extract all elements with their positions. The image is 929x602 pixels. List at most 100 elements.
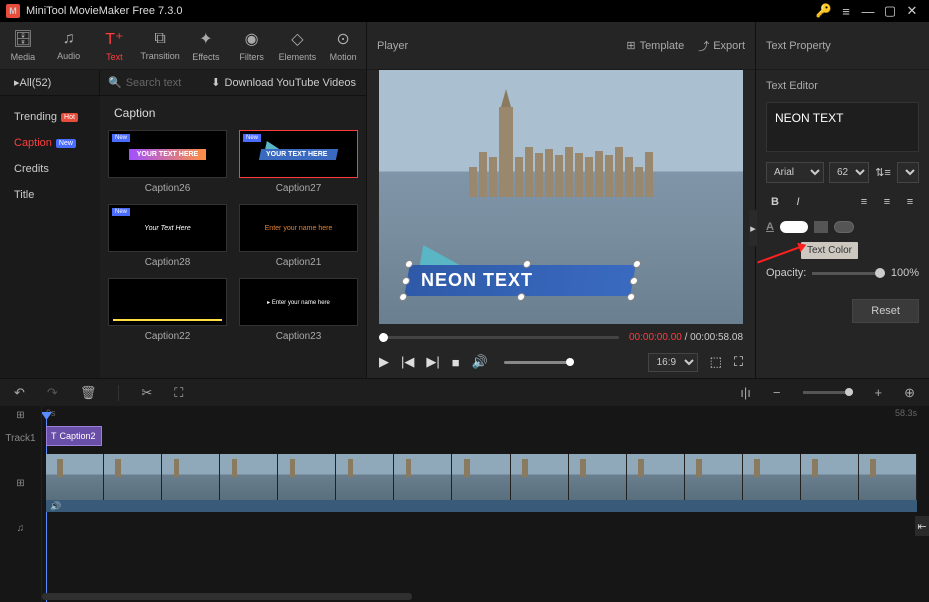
highlight-color-swatch[interactable]: [834, 221, 854, 233]
app-logo: M: [6, 4, 20, 18]
maximize-button[interactable]: ▢: [879, 3, 901, 19]
toolbar-motion[interactable]: ⊙Motion: [320, 22, 366, 69]
bold-button[interactable]: B: [766, 193, 784, 211]
player-title: Player: [377, 40, 408, 52]
crop-button[interactable]: ⛶: [174, 385, 183, 401]
download-icon: ⬇: [211, 76, 220, 89]
opacity-label: Opacity:: [766, 267, 806, 279]
search-icon: 🔍: [108, 76, 122, 89]
sidebar-item-trending[interactable]: TrendingHot: [0, 104, 100, 130]
toolbar-transition[interactable]: ⧉Transition: [137, 22, 183, 69]
volume-slider[interactable]: [504, 361, 574, 364]
delete-button[interactable]: 🗑: [80, 385, 97, 401]
download-youtube-button[interactable]: ⬇Download YouTube Videos: [201, 76, 366, 89]
category-sidebar: TrendingHot CaptionNew Credits Title: [0, 96, 100, 378]
font-family-select[interactable]: Arial: [766, 162, 824, 183]
sidebar-item-caption[interactable]: CaptionNew: [0, 130, 100, 156]
undo-button[interactable]: ↶: [14, 385, 25, 401]
caption-thumb[interactable]: Caption22: [108, 278, 227, 342]
music-track[interactable]: [42, 514, 929, 542]
audio-track-icon[interactable]: ı|ı: [740, 385, 751, 400]
video-preview[interactable]: NEON TEXT: [379, 70, 743, 324]
music-icon: ♫: [63, 30, 75, 48]
close-button[interactable]: ✕: [901, 3, 923, 19]
zoom-slider[interactable]: [803, 391, 853, 394]
elements-icon: ◇: [291, 29, 303, 49]
volume-icon[interactable]: 🔊: [472, 354, 488, 370]
panel-collapse-toggle[interactable]: ▸: [749, 210, 757, 246]
title-bar: M MiniTool MovieMaker Free 7.3.0 🔑 ≡ — ▢…: [0, 0, 929, 22]
next-frame-button[interactable]: ▶|: [426, 354, 439, 370]
zoom-out-button[interactable]: −: [773, 385, 781, 400]
add-track-button[interactable]: ⊞: [0, 406, 41, 424]
fullscreen-button[interactable]: ⛶: [734, 354, 743, 370]
cut-button[interactable]: ✂: [141, 385, 152, 401]
redo-button[interactable]: ↷: [47, 385, 58, 401]
toolbar-effects[interactable]: ✦Effects: [183, 22, 229, 69]
timeline-toolbar: ↶ ↷ 🗑 ✂ ⛶ ı|ı − + ⊕: [0, 378, 929, 406]
filters-icon: ◉: [245, 29, 259, 49]
menu-icon[interactable]: ≡: [835, 4, 857, 19]
timeline-collapse-toggle[interactable]: ⇤: [915, 516, 929, 536]
line-spacing-icon[interactable]: ⇅≡: [874, 164, 892, 182]
video-track-icon: ⊞: [0, 452, 41, 514]
line-spacing-select[interactable]: [897, 162, 919, 183]
sidebar-item-title[interactable]: Title: [0, 182, 100, 208]
video-clip[interactable]: [46, 454, 917, 500]
property-panel: Text Editor NEON TEXT Arial 62 ⇅≡ B I ≡ …: [756, 70, 929, 378]
toolbar-media[interactable]: 🗄Media: [0, 22, 46, 69]
export-icon: ⤴: [698, 38, 709, 54]
prev-frame-button[interactable]: |◀: [401, 354, 414, 370]
caption-thumb[interactable]: NewYOUR TEXT HERE Caption26: [108, 130, 227, 194]
zoom-in-button[interactable]: +: [875, 385, 883, 400]
archive-icon: 🗄: [13, 29, 33, 49]
transition-icon: ⧉: [154, 30, 165, 48]
toolbar-text[interactable]: T⁺Text: [92, 22, 138, 69]
text-overlay[interactable]: NEON TEXT: [404, 265, 635, 296]
search-input[interactable]: 🔍Search text: [100, 76, 201, 89]
text-color-swatch[interactable]: [780, 221, 808, 233]
caption-clip[interactable]: TCaption2: [46, 426, 102, 446]
snapshot-button[interactable]: ⬚: [710, 354, 722, 370]
font-size-select[interactable]: 62: [829, 162, 869, 183]
annotation-arrow: [757, 245, 805, 264]
export-button[interactable]: ⤴Export: [698, 38, 745, 54]
caption-thumb[interactable]: ▸ Enter your name here Caption23: [239, 278, 358, 342]
text-content-input[interactable]: NEON TEXT: [766, 102, 919, 152]
opacity-slider[interactable]: [812, 272, 885, 275]
timeline-scrollbar[interactable]: [42, 593, 412, 600]
caption-thumb[interactable]: Enter your name here Caption21: [239, 204, 358, 268]
property-header: Text Property: [756, 22, 929, 70]
app-title: MiniTool MovieMaker Free 7.3.0: [26, 5, 813, 17]
timeline-ruler[interactable]: 0s 58.3s: [42, 406, 929, 424]
toolbar-elements[interactable]: ◇Elements: [275, 22, 321, 69]
media-count[interactable]: ▸ All(52): [0, 70, 100, 95]
effects-icon: ✦: [199, 29, 212, 49]
italic-button[interactable]: I: [789, 193, 807, 211]
speaker-icon: 🔊: [50, 501, 61, 512]
seek-bar[interactable]: [379, 336, 619, 339]
text-track[interactable]: TCaption2: [42, 424, 929, 452]
play-button[interactable]: ▶: [379, 354, 389, 370]
license-key-icon[interactable]: 🔑: [813, 3, 835, 19]
sidebar-item-credits[interactable]: Credits: [0, 156, 100, 182]
minimize-button[interactable]: —: [857, 4, 879, 19]
player-panel: NEON TEXT 00:00:00.00 / 00:00:58.08 ▶ |◀…: [366, 70, 756, 378]
template-button[interactable]: ⊞Template: [626, 38, 684, 54]
zoom-fit-button[interactable]: ⊕: [904, 385, 915, 401]
property-subtitle: Text Editor: [766, 80, 919, 92]
reset-button[interactable]: Reset: [852, 299, 919, 323]
toolbar-filters[interactable]: ◉Filters: [229, 22, 275, 69]
align-center-button[interactable]: ≡: [878, 193, 896, 211]
align-left-button[interactable]: ≡: [855, 193, 873, 211]
stop-button[interactable]: ■: [452, 355, 460, 370]
time-display: 00:00:00.00 / 00:00:58.08: [629, 332, 743, 343]
caption-thumb[interactable]: NewYOUR TEXT HERE Caption27: [239, 130, 358, 194]
align-right-button[interactable]: ≡: [901, 193, 919, 211]
video-track[interactable]: 🔊: [42, 452, 929, 514]
aspect-ratio-select[interactable]: 16:9: [648, 353, 698, 372]
audio-clip[interactable]: 🔊: [46, 500, 917, 512]
caption-thumb[interactable]: NewYour Text Here Caption28: [108, 204, 227, 268]
player-header: Player ⊞Template ⤴Export: [366, 22, 756, 70]
toolbar-audio[interactable]: ♫Audio: [46, 22, 92, 69]
